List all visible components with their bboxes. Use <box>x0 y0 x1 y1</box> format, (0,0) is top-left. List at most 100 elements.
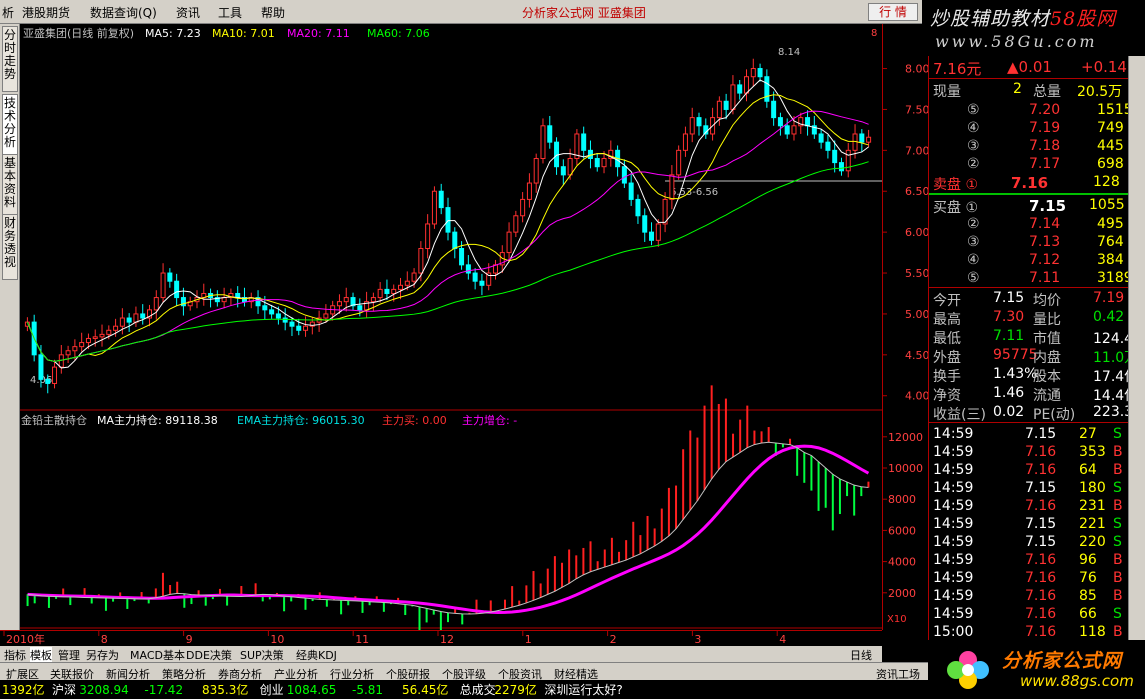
candle-body <box>540 125 546 160</box>
tab-dde-decision[interactable]: DDE决策 <box>186 647 232 663</box>
candle-body <box>730 84 736 110</box>
candle-body <box>303 325 309 331</box>
candle-body <box>160 272 166 299</box>
brand-banner-text: 炒股辅助教材58股网 <box>930 8 1117 30</box>
buy-volume: 384 <box>1097 252 1124 268</box>
candle-body <box>784 125 790 135</box>
tick-side: B <box>1113 588 1123 604</box>
side-tab-financials[interactable]: 财务透视 <box>2 214 18 280</box>
candle-body <box>336 301 342 307</box>
tick-side: S <box>1113 606 1122 622</box>
chart-area[interactable]: 亚盛集团(日线 前复权) MA5: 7.23 MA10: 7.01 MA20: … <box>20 24 882 633</box>
tab-macd-basic[interactable]: MACD基本 <box>130 647 185 663</box>
tab-sup-decision[interactable]: SUP决策 <box>240 647 284 663</box>
candle-body <box>52 366 58 384</box>
menu-item-hk-futures[interactable]: 港股期货 <box>22 4 70 21</box>
tick-volume: 66 <box>1079 606 1097 622</box>
sell-level: ④ <box>967 120 980 136</box>
candle-body <box>438 190 444 209</box>
candle-body <box>45 378 51 384</box>
tab-daily[interactable]: 日线 <box>850 647 872 663</box>
period-label: 12 <box>440 633 454 646</box>
tick-side: B <box>1113 570 1123 586</box>
side-tab-label: 分时走势 <box>3 28 16 81</box>
indicator-tab-bar: 指标 模板 管理 另存为 MACD基本 DDE决策 SUP决策 经典KDJ 日线 <box>0 646 882 663</box>
candle-body <box>743 76 749 94</box>
chart-canvas[interactable]: 亚盛集团(日线 前复权) MA5: 7.23 MA10: 7.01 MA20: … <box>20 24 882 633</box>
sell-volume: 698 <box>1097 156 1124 172</box>
tick-side: S <box>1113 426 1122 442</box>
candle-body <box>343 297 349 303</box>
candle-body <box>174 280 180 299</box>
candle-body <box>866 136 872 143</box>
status-item: -17.42 <box>144 683 183 697</box>
tab-template[interactable]: 模板 <box>30 647 52 663</box>
candle-body <box>594 158 600 168</box>
tick-time: 14:59 <box>933 516 974 532</box>
price-change-pct: +0.14 <box>1081 58 1127 76</box>
price-axis: 8.00 7.50 7.00 6.50 6.00 5.50 5.00 4.50 4.00 120… <box>882 24 930 630</box>
candle-body <box>377 288 383 299</box>
buy-price: 7.11 <box>1029 270 1061 286</box>
tab-manage[interactable]: 管理 <box>58 647 80 663</box>
tick-time: 14:59 <box>933 570 974 586</box>
buy-price: 7.14 <box>1029 216 1061 232</box>
right-sidebar[interactable] <box>1128 56 1145 666</box>
tick-price: 7.15 <box>1025 516 1057 532</box>
tab-save-as[interactable]: 另存为 <box>86 647 119 663</box>
stat-label: 今开 <box>933 293 961 309</box>
status-item: -5.81 <box>352 683 383 697</box>
candle-body <box>79 342 85 348</box>
vol-tick-label: 6000 <box>888 524 916 537</box>
tab-indicator[interactable]: 指标 <box>4 647 26 663</box>
vol-tick-label: 12000 <box>888 431 923 444</box>
stat-label: 换手 <box>933 369 961 385</box>
tick-price: 7.15 <box>1025 480 1057 496</box>
menu-item-tools[interactable]: 工具 <box>218 4 242 21</box>
side-tab-strip: 分时走势 技术分析 基本资料 财务透视 <box>0 24 20 644</box>
quote-button[interactable]: 行 情 <box>868 3 918 21</box>
menu-item-analysis[interactable]: 析 <box>2 4 14 21</box>
candle-body <box>72 346 78 352</box>
candle-body <box>628 182 634 200</box>
tick-volume: 27 <box>1079 426 1097 442</box>
candle-body <box>777 117 783 127</box>
side-tab-intraday[interactable]: 分时走势 <box>2 26 18 92</box>
candle-body <box>357 305 363 311</box>
sell1-price: 7.16 <box>1011 174 1049 192</box>
candle-body <box>269 309 275 315</box>
candle-body <box>676 149 682 176</box>
info-tab-bar: 扩展区 关联报价 新闻分析 策略分析 券商分析 产业分析 行业分析 个股研报 个… <box>0 662 928 681</box>
candle-body <box>465 264 471 274</box>
candle-body <box>764 76 770 102</box>
stat-label: PE(动) <box>1033 407 1076 423</box>
stat-value: 7.30 <box>993 309 1025 325</box>
tick-price: 7.16 <box>1025 444 1057 460</box>
candle-body <box>642 215 648 233</box>
sell1-label: 卖盘 ① <box>933 177 979 193</box>
menu-item-news[interactable]: 资讯 <box>176 4 200 21</box>
candle-body <box>479 280 485 286</box>
tick-price: 7.15 <box>1025 426 1057 442</box>
tick-price: 7.16 <box>1025 552 1057 568</box>
candle-body <box>567 158 573 176</box>
candle-body <box>825 141 831 151</box>
sell-level: ⑤ <box>967 102 980 118</box>
candle-body <box>547 125 553 143</box>
side-tab-technical[interactable]: 技术分析 <box>2 94 18 160</box>
candle-body <box>275 313 281 319</box>
candle-body <box>805 117 811 127</box>
menu-item-data-query[interactable]: 数据查询(Q) <box>90 4 157 21</box>
side-tab-fundamentals[interactable]: 基本资料 <box>2 154 18 220</box>
price-tick-label: 5.00 <box>905 308 929 321</box>
candle-body <box>560 166 566 176</box>
tick-side: S <box>1113 534 1122 550</box>
menu-item-help[interactable]: 帮助 <box>261 4 285 21</box>
stat-label: 内盘 <box>1033 350 1061 366</box>
last-price: 7.16元 <box>933 60 982 78</box>
tick-volume: 180 <box>1079 480 1106 496</box>
candle-body <box>153 297 159 311</box>
period-bar: 2010年 8 9 10 11 12 1 2 3 4 <box>0 630 882 646</box>
close-marker[interactable]: 8 <box>871 28 877 39</box>
tab-classic-kdj[interactable]: 经典KDJ <box>296 647 337 663</box>
